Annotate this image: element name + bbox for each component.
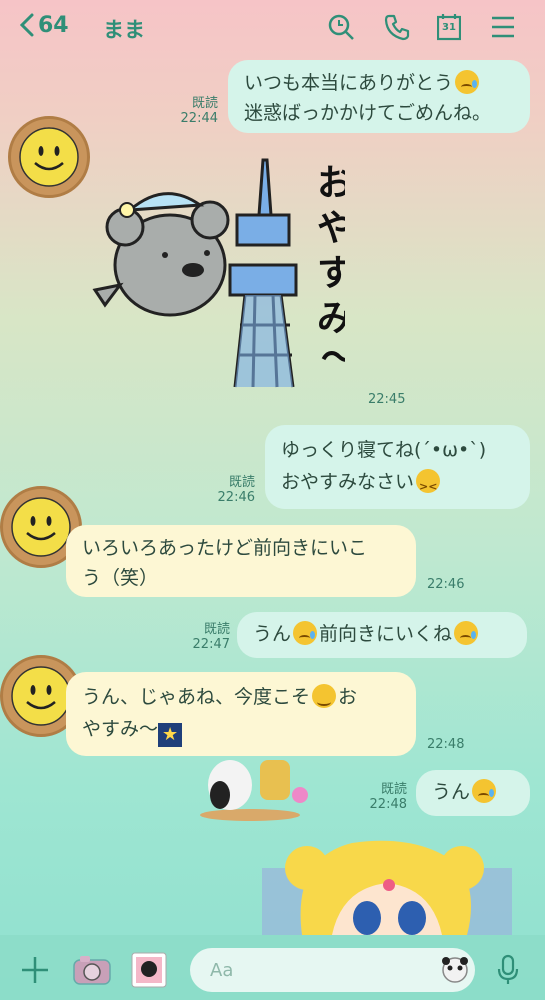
unread-count: 64 (38, 12, 69, 38)
read-receipt: 既読 (203, 622, 230, 637)
svg-text:や: や (317, 208, 345, 249)
message-bubble[interactable]: うん、じゃあね、今度こそ お やすみ～ ★ (66, 672, 416, 756)
message-bubble[interactable]: いろいろあったけど前向きにいこ う（笑） (66, 525, 416, 597)
message-bubble[interactable]: うん (416, 770, 530, 816)
panda-decoration (200, 760, 308, 821)
sticker-text: お (317, 163, 345, 204)
message-time: 22:46 (427, 577, 465, 592)
shooting-star-emoji: ★ (158, 723, 183, 747)
message-time: 22:44 (180, 111, 218, 126)
smiley-face-icon (11, 497, 71, 557)
message-bubble[interactable]: うん 前向きにいくね (237, 612, 527, 658)
avatar[interactable] (8, 116, 90, 198)
message-time: 22:47 (192, 637, 230, 652)
message-text: おやすみなさい (281, 471, 415, 493)
crying-face-emoji (454, 621, 479, 645)
koala-sticker[interactable]: お や す み ～ (85, 155, 345, 395)
phone-icon[interactable] (383, 13, 411, 41)
message-bubble[interactable]: ゆっくり寝てね(´•ω•`) おやすみなさい (265, 425, 530, 509)
microphone-icon[interactable] (496, 954, 520, 986)
message-text: うん (432, 781, 471, 803)
search-icon[interactable] (327, 13, 355, 41)
read-receipt: 既読 (228, 475, 255, 490)
message-text: 前向きにいくね (319, 623, 453, 645)
character-illustration (262, 840, 512, 935)
crying-face-emoji (293, 621, 318, 645)
image-icon[interactable] (130, 951, 168, 989)
message-bubble[interactable]: いつも本当にありがとう 迷惑ばっかかけてごめんね。 (228, 60, 530, 133)
smiley-face-icon (11, 666, 71, 726)
message-meta: 既読 22:47 (188, 622, 230, 652)
message-text: いろいろあったけど前向きにいこ (82, 537, 368, 559)
svg-text:す: す (317, 253, 345, 294)
message-time: 22:48 (369, 797, 407, 812)
svg-text:～: ～ (321, 338, 345, 379)
message-text: いつも本当にありがとう (244, 72, 454, 94)
message-time: 22:45 (368, 392, 406, 407)
message-time: 22:48 (427, 737, 465, 752)
message-text: 迷惑ばっかかけてごめんね。 (244, 102, 492, 124)
menu-icon[interactable] (489, 13, 517, 41)
message-input-placeholder: Aa (210, 960, 234, 981)
crying-face-emoji (472, 779, 497, 803)
camera-icon[interactable] (72, 954, 112, 986)
chevron-left-icon (19, 13, 34, 37)
confounded-face-emoji (416, 469, 441, 503)
message-meta: 既読 22:48 (365, 782, 407, 812)
read-receipt: 既読 (191, 96, 218, 111)
calendar-day: 31 (442, 22, 456, 33)
calendar-icon[interactable]: 31 (436, 13, 465, 41)
message-text: うん、じゃあね、今度こそ (82, 686, 311, 708)
message-time: 22:46 (217, 490, 255, 505)
chat-header: 64 まま 31 (0, 0, 545, 54)
smiley-face-icon (19, 127, 79, 187)
message-text: うん (253, 623, 292, 645)
chat-title: まま (103, 18, 145, 42)
message-text: やすみ～ (82, 718, 159, 740)
plus-icon[interactable] (20, 955, 50, 985)
sleeping-face-emoji (312, 684, 337, 708)
message-text: う（笑） (82, 567, 159, 589)
message-meta: 既読 22:44 (178, 96, 218, 126)
message-text: お (338, 686, 358, 708)
message-text: ゆっくり寝てね(´•ω•`) (281, 439, 487, 461)
read-receipt: 既読 (380, 782, 407, 797)
message-meta: 既読 22:46 (213, 475, 255, 505)
crying-face-emoji (455, 70, 480, 94)
emoji-icon[interactable] (441, 955, 469, 985)
back-button[interactable]: 64 (18, 12, 69, 38)
svg-text:み: み (317, 298, 345, 339)
